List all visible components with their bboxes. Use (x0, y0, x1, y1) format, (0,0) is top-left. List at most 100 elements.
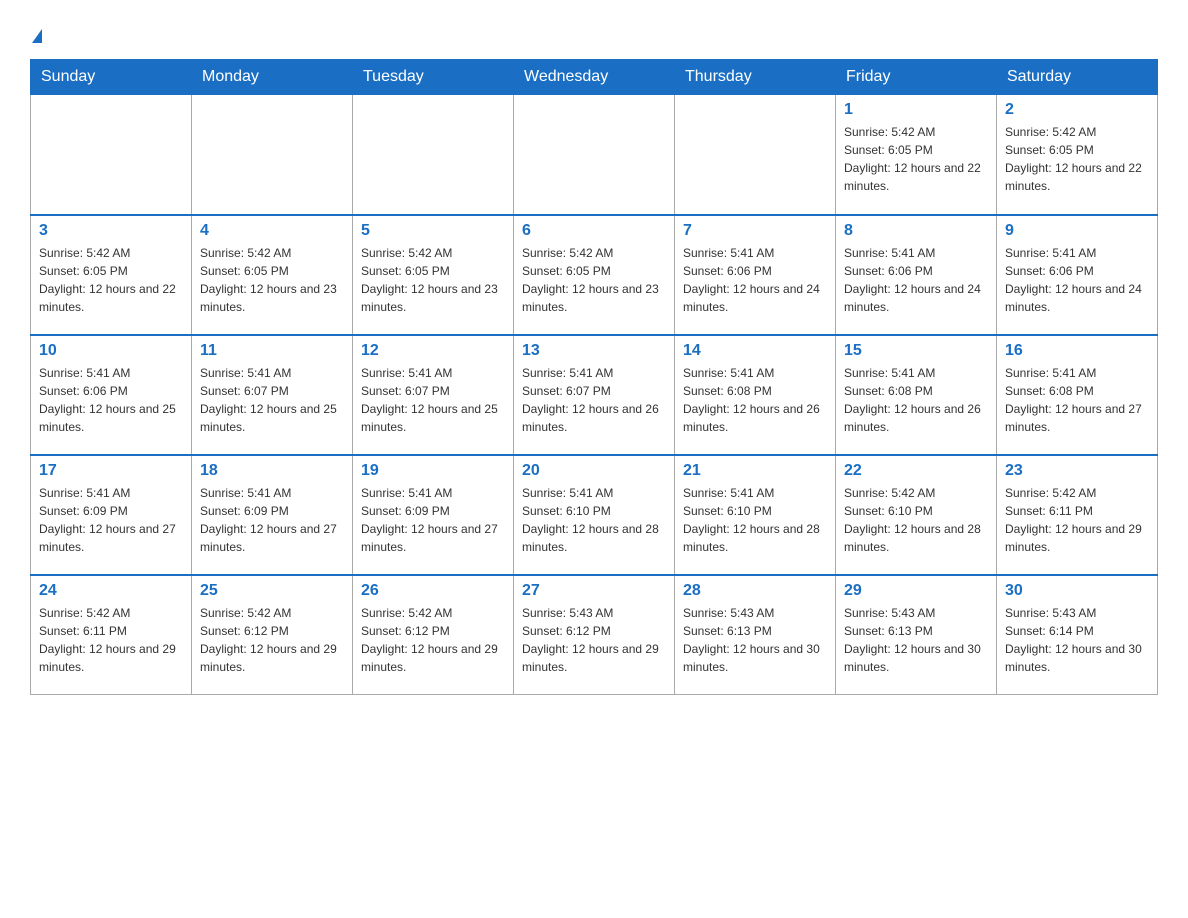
day-info: Sunrise: 5:41 AM Sunset: 6:08 PM Dayligh… (683, 364, 827, 436)
day-info: Sunrise: 5:41 AM Sunset: 6:06 PM Dayligh… (683, 244, 827, 316)
page-header (30, 20, 1158, 47)
day-number: 26 (361, 582, 505, 600)
day-info: Sunrise: 5:41 AM Sunset: 6:06 PM Dayligh… (1005, 244, 1149, 316)
calendar-cell: 17Sunrise: 5:41 AM Sunset: 6:09 PM Dayli… (31, 455, 192, 575)
day-info: Sunrise: 5:41 AM Sunset: 6:10 PM Dayligh… (683, 484, 827, 556)
day-number: 30 (1005, 582, 1149, 600)
calendar-week-row: 1 Sunrise: 5:42 AM Sunset: 6:05 PM Daylig… (31, 95, 1158, 215)
day-info: Sunrise: 5:41 AM Sunset: 6:07 PM Dayligh… (200, 364, 344, 436)
calendar-cell: 1 Sunrise: 5:42 AM Sunset: 6:05 PM Daylig… (836, 95, 997, 215)
calendar-cell: 4 Sunrise: 5:42 AM Sunset: 6:05 PM Daylig… (192, 215, 353, 335)
calendar-week-row: 10 Sunrise: 5:41 AM Sunset: 6:06 PM Dayli… (31, 335, 1158, 455)
day-number: 20 (522, 462, 666, 480)
day-number: 23 (1005, 462, 1149, 480)
day-number: 4 (200, 222, 344, 240)
day-info: Sunrise: 5:41 AM Sunset: 6:06 PM Dayligh… (39, 364, 183, 436)
day-info: Sunrise: 5:43 AM Sunset: 6:13 PM Dayligh… (844, 604, 988, 676)
calendar-table: SundayMondayTuesdayWednesdayThursdayFrid… (30, 59, 1158, 695)
calendar-cell: 26 Sunrise: 5:42 AM Sunset: 6:12 PM Dayli… (353, 575, 514, 695)
calendar-cell: 24Sunrise: 5:42 AM Sunset: 6:11 PM Dayli… (31, 575, 192, 695)
day-of-week-header: Tuesday (353, 60, 514, 95)
day-number: 8 (844, 222, 988, 240)
day-info: Sunrise: 5:42 AM Sunset: 6:05 PM Dayligh… (844, 123, 988, 195)
calendar-cell: 19Sunrise: 5:41 AM Sunset: 6:09 PM Dayli… (353, 455, 514, 575)
calendar-cell: 2 Sunrise: 5:42 AM Sunset: 6:05 PM Daylig… (997, 95, 1158, 215)
day-info: Sunrise: 5:42 AM Sunset: 6:05 PM Dayligh… (522, 244, 666, 316)
calendar-cell (31, 95, 192, 215)
calendar-cell: 27Sunrise: 5:43 AM Sunset: 6:12 PM Dayli… (514, 575, 675, 695)
calendar-cell: 16 Sunrise: 5:41 AM Sunset: 6:08 PM Dayli… (997, 335, 1158, 455)
calendar-cell (353, 95, 514, 215)
day-info: Sunrise: 5:42 AM Sunset: 6:11 PM Dayligh… (1005, 484, 1149, 556)
day-info: Sunrise: 5:41 AM Sunset: 6:08 PM Dayligh… (844, 364, 988, 436)
day-of-week-header: Wednesday (514, 60, 675, 95)
day-info: Sunrise: 5:43 AM Sunset: 6:14 PM Dayligh… (1005, 604, 1149, 676)
calendar-cell: 3Sunrise: 5:42 AM Sunset: 6:05 PM Daylig… (31, 215, 192, 335)
calendar-cell: 21 Sunrise: 5:41 AM Sunset: 6:10 PM Dayli… (675, 455, 836, 575)
day-number: 25 (200, 582, 344, 600)
day-number: 22 (844, 462, 988, 480)
calendar-cell: 23 Sunrise: 5:42 AM Sunset: 6:11 PM Dayli… (997, 455, 1158, 575)
day-number: 6 (522, 222, 666, 240)
day-of-week-header: Monday (192, 60, 353, 95)
calendar-cell: 13 Sunrise: 5:41 AM Sunset: 6:07 PM Dayli… (514, 335, 675, 455)
calendar-cell (514, 95, 675, 215)
calendar-cell: 5Sunrise: 5:42 AM Sunset: 6:05 PM Daylig… (353, 215, 514, 335)
day-of-week-header: Saturday (997, 60, 1158, 95)
calendar-week-row: 17Sunrise: 5:41 AM Sunset: 6:09 PM Dayli… (31, 455, 1158, 575)
calendar-cell: 6 Sunrise: 5:42 AM Sunset: 6:05 PM Daylig… (514, 215, 675, 335)
day-number: 13 (522, 342, 666, 360)
day-number: 18 (200, 462, 344, 480)
calendar-cell: 15 Sunrise: 5:41 AM Sunset: 6:08 PM Dayli… (836, 335, 997, 455)
day-info: Sunrise: 5:43 AM Sunset: 6:12 PM Dayligh… (522, 604, 666, 676)
day-of-week-header: Thursday (675, 60, 836, 95)
day-info: Sunrise: 5:42 AM Sunset: 6:12 PM Dayligh… (361, 604, 505, 676)
day-number: 12 (361, 342, 505, 360)
calendar-cell (192, 95, 353, 215)
day-number: 2 (1005, 101, 1149, 119)
day-info: Sunrise: 5:41 AM Sunset: 6:07 PM Dayligh… (522, 364, 666, 436)
day-number: 9 (1005, 222, 1149, 240)
day-of-week-header: Friday (836, 60, 997, 95)
day-info: Sunrise: 5:42 AM Sunset: 6:05 PM Dayligh… (1005, 123, 1149, 195)
day-number: 29 (844, 582, 988, 600)
calendar-week-row: 3Sunrise: 5:42 AM Sunset: 6:05 PM Daylig… (31, 215, 1158, 335)
calendar-cell: 29 Sunrise: 5:43 AM Sunset: 6:13 PM Dayli… (836, 575, 997, 695)
day-info: Sunrise: 5:42 AM Sunset: 6:05 PM Dayligh… (200, 244, 344, 316)
day-number: 7 (683, 222, 827, 240)
calendar-cell: 25 Sunrise: 5:42 AM Sunset: 6:12 PM Dayli… (192, 575, 353, 695)
logo (30, 20, 42, 47)
day-info: Sunrise: 5:41 AM Sunset: 6:08 PM Dayligh… (1005, 364, 1149, 436)
calendar-week-row: 24Sunrise: 5:42 AM Sunset: 6:11 PM Dayli… (31, 575, 1158, 695)
day-number: 1 (844, 101, 988, 119)
day-number: 14 (683, 342, 827, 360)
day-number: 24 (39, 582, 183, 600)
day-number: 28 (683, 582, 827, 600)
calendar-cell: 30 Sunrise: 5:43 AM Sunset: 6:14 PM Dayli… (997, 575, 1158, 695)
day-number: 19 (361, 462, 505, 480)
calendar-cell: 8 Sunrise: 5:41 AM Sunset: 6:06 PM Daylig… (836, 215, 997, 335)
day-number: 16 (1005, 342, 1149, 360)
calendar-cell: 18Sunrise: 5:41 AM Sunset: 6:09 PM Dayli… (192, 455, 353, 575)
day-number: 11 (200, 342, 344, 360)
day-info: Sunrise: 5:41 AM Sunset: 6:09 PM Dayligh… (39, 484, 183, 556)
logo-triangle-icon (32, 29, 42, 43)
calendar-cell: 7 Sunrise: 5:41 AM Sunset: 6:06 PM Daylig… (675, 215, 836, 335)
calendar-cell: 22 Sunrise: 5:42 AM Sunset: 6:10 PM Dayli… (836, 455, 997, 575)
calendar-cell: 12 Sunrise: 5:41 AM Sunset: 6:07 PM Dayli… (353, 335, 514, 455)
calendar-cell: 10 Sunrise: 5:41 AM Sunset: 6:06 PM Dayli… (31, 335, 192, 455)
day-info: Sunrise: 5:42 AM Sunset: 6:05 PM Dayligh… (39, 244, 183, 316)
calendar-header-row: SundayMondayTuesdayWednesdayThursdayFrid… (31, 60, 1158, 95)
day-number: 15 (844, 342, 988, 360)
day-info: Sunrise: 5:42 AM Sunset: 6:05 PM Dayligh… (361, 244, 505, 316)
day-info: Sunrise: 5:41 AM Sunset: 6:06 PM Dayligh… (844, 244, 988, 316)
day-number: 10 (39, 342, 183, 360)
day-info: Sunrise: 5:41 AM Sunset: 6:07 PM Dayligh… (361, 364, 505, 436)
day-info: Sunrise: 5:42 AM Sunset: 6:12 PM Dayligh… (200, 604, 344, 676)
calendar-cell: 28Sunrise: 5:43 AM Sunset: 6:13 PM Dayli… (675, 575, 836, 695)
logo-top (30, 20, 42, 47)
day-info: Sunrise: 5:42 AM Sunset: 6:10 PM Dayligh… (844, 484, 988, 556)
day-info: Sunrise: 5:41 AM Sunset: 6:10 PM Dayligh… (522, 484, 666, 556)
calendar-cell: 11 Sunrise: 5:41 AM Sunset: 6:07 PM Dayli… (192, 335, 353, 455)
day-number: 21 (683, 462, 827, 480)
